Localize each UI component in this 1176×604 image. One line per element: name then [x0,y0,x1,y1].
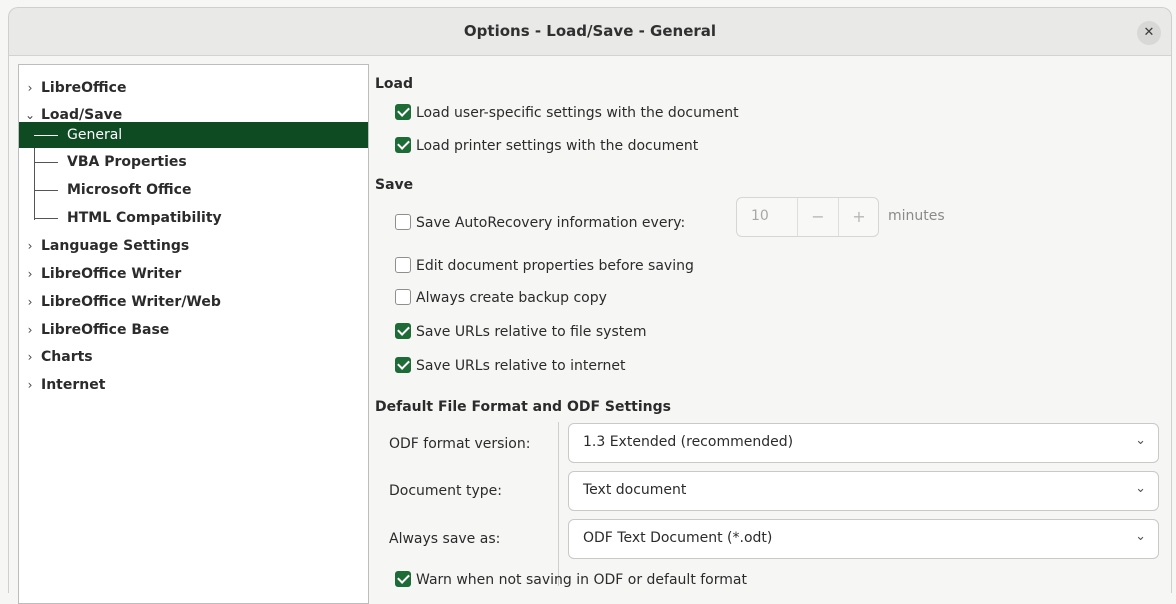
chevron-down-icon: ⌄ [1135,529,1146,544]
tree-item-vba-properties[interactable]: VBA Properties [19,149,368,175]
tree-item-libreoffice-writer-web[interactable]: › LibreOffice Writer/Web [19,289,368,315]
checkbox-unchecked-icon[interactable] [395,214,411,230]
chevron-right-icon[interactable]: › [24,317,36,343]
tree-branch-line [34,218,58,219]
document-type-label: Document type: [389,483,502,499]
tree-branch-line [34,135,58,136]
load-section-title: Load [375,76,414,92]
decrement-button[interactable]: − [797,198,838,236]
chevron-right-icon[interactable]: › [24,289,36,315]
label-divider [558,422,559,586]
autorecovery-value[interactable]: 10 [751,208,769,224]
checkbox-checked-icon[interactable] [395,137,411,153]
checkbox-checked-icon[interactable] [395,571,411,587]
chevron-right-icon[interactable]: › [24,233,36,259]
chevron-down-icon: ⌄ [1135,481,1146,496]
tree-item-language-settings[interactable]: › Language Settings [19,233,368,259]
increment-button[interactable]: + [838,198,879,236]
autorecovery-unit-label: minutes [888,208,945,224]
dialog-content: › LibreOffice ⌄ Load/Save General VBA Pr… [8,56,1172,604]
checkbox-unchecked-icon[interactable] [395,289,411,305]
tree-item-internet[interactable]: › Internet [19,372,368,398]
title-bar: Options - Load/Save - General ✕ [8,7,1172,56]
tree-item-libreoffice[interactable]: › LibreOffice [19,75,368,101]
tree-item-libreoffice-base[interactable]: › LibreOffice Base [19,317,368,343]
options-tree[interactable]: › LibreOffice ⌄ Load/Save General VBA Pr… [18,64,369,604]
checkbox-unchecked-icon[interactable] [395,257,411,273]
odf-version-label: ODF format version: [389,436,531,452]
odf-version-dropdown[interactable]: 1.3 Extended (recommended) ⌄ [568,423,1159,463]
save-section-title: Save [375,177,414,193]
document-type-dropdown[interactable]: Text document ⌄ [568,471,1159,511]
close-icon[interactable]: ✕ [1137,21,1161,45]
autorecovery-minutes-stepper[interactable]: 10 − + [736,197,879,237]
tree-item-libreoffice-writer[interactable]: › LibreOffice Writer [19,261,368,287]
defaults-section-title: Default File Format and ODF Settings [375,399,671,415]
checkbox-checked-icon[interactable] [395,357,411,373]
checkbox-checked-icon[interactable] [395,104,411,120]
tree-branch-line [34,190,58,191]
tree-item-general[interactable]: General [19,122,368,148]
chevron-right-icon[interactable]: › [24,75,36,101]
tree-item-microsoft-office[interactable]: Microsoft Office [19,177,368,203]
chevron-down-icon: ⌄ [1135,433,1146,448]
chevron-right-icon[interactable]: › [24,261,36,287]
save-as-label: Always save as: [389,531,501,547]
tree-item-charts[interactable]: › Charts [19,344,368,370]
tree-branch-line [34,162,58,163]
chevron-right-icon[interactable]: › [24,372,36,398]
tree-item-html-compatibility[interactable]: HTML Compatibility [19,205,368,231]
window-title: Options - Load/Save - General [463,22,717,40]
save-as-dropdown[interactable]: ODF Text Document (*.odt) ⌄ [568,519,1159,559]
chevron-right-icon[interactable]: › [24,344,36,370]
checkbox-checked-icon[interactable] [395,323,411,339]
